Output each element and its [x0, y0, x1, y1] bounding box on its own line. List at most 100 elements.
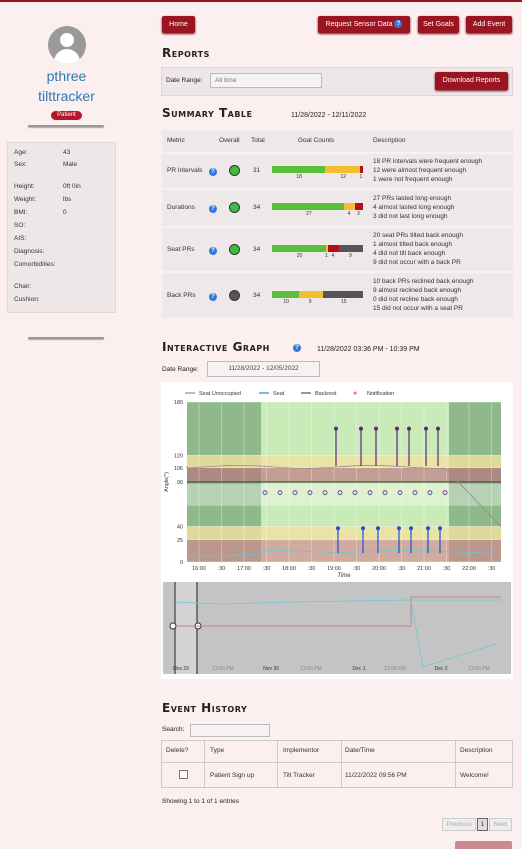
description-line: 27 PRs lasted long enough [373, 194, 452, 202]
x-tick-label: 20:00 [372, 566, 386, 572]
summary-title: Summary Table [162, 106, 253, 120]
patient-sidebar: pthree tilttracker Patient Age: 43 Sex: … [0, 0, 133, 849]
goal-count-label: 15 [340, 298, 347, 305]
help-icon[interactable]: ? [209, 246, 217, 255]
delete-checkbox[interactable] [179, 770, 188, 779]
reports-date-range-label: Date Range: [166, 77, 203, 84]
summary-row: Back PRs? 34 10 9 15 10 back PRs reclined bac… [162, 273, 513, 318]
help-icon[interactable]: ? [209, 292, 217, 301]
goal-count-label: 9 [308, 298, 312, 305]
metric-name: Durations [167, 204, 195, 211]
seat-pr-point [376, 526, 380, 531]
legend-entry: Seat [273, 391, 285, 397]
goal-counts-bar [272, 290, 363, 298]
navigator-date-label: Dec 1 [352, 666, 365, 672]
partial-button[interactable] [455, 841, 512, 849]
goal-count-segment [322, 290, 363, 298]
goal-count-label: 20 [296, 252, 303, 259]
events-showing-text: Showing 1 to 1 of 1 entries [162, 798, 239, 805]
summary-date-range: 11/28/2022 - 12/11/2022 [291, 112, 367, 119]
home-button[interactable]: Home [162, 16, 195, 33]
navigator-date-label: 12:00 PM [212, 666, 233, 672]
col-goal-counts: Goal Counts [298, 137, 335, 144]
help-icon[interactable]: ? [394, 20, 403, 29]
goal-count-segment [272, 290, 299, 298]
summary-row: Durations? 34 27 4 3 27 PRs lasted long enoug… [162, 190, 513, 226]
description-line: 3 did not last long enough [373, 212, 448, 220]
info-label-age: Age: [14, 149, 28, 156]
y-axis-label: Angle(°) [164, 472, 170, 492]
interactive-graph[interactable]: Seat Unoccupied Seat Backrest ● Notification… [161, 382, 513, 679]
patient-first-name: pthree [46, 68, 87, 84]
description-line: 1 were not frequent enough [373, 175, 453, 183]
info-label-cushion: Cushion: [14, 296, 40, 303]
backrest-pr-point [359, 426, 363, 431]
x-tick-label: 18:00 [282, 566, 296, 572]
next-page-button[interactable]: Next [489, 818, 512, 831]
navigator-date-label: Nov 29 [173, 666, 189, 672]
info-label-so: SO: [14, 222, 26, 229]
reports-date-range-input[interactable] [210, 73, 322, 88]
download-reports-button[interactable]: Download Reports [435, 72, 508, 90]
goal-count-segment [360, 166, 363, 173]
help-icon[interactable]: ? [209, 168, 217, 176]
patient-info-box: Age: 43 Sex: Male Height: 0ft 0in Weight… [7, 142, 116, 313]
x-tick-label: :30 [263, 566, 271, 572]
y-tick-label: 120 [174, 453, 183, 459]
x-tick-label: :30 [353, 566, 361, 572]
x-tick-label: 19:00 [327, 566, 341, 572]
graph-date-range: 11/28/2022 03:36 PM - 10:39 PM [317, 346, 420, 353]
events-search-input[interactable] [190, 724, 270, 737]
overall-status-dot [229, 243, 240, 255]
info-value-sex: Male [63, 161, 78, 168]
navigator-date-label: 12:00 PM [300, 666, 321, 672]
help-icon[interactable]: ? [209, 205, 217, 213]
events-search-label: Search: [162, 726, 185, 733]
col-total: Total [251, 137, 265, 144]
event-datetime: 11/22/2022 09:56 PM [345, 772, 407, 779]
summary-row: Seat PRs? 34 20 1 4 9 20 seat PRs tilted back … [162, 228, 513, 271]
set-goals-button[interactable]: Set Goals [418, 16, 459, 33]
previous-page-button[interactable]: Previous [442, 818, 476, 831]
y-tick-label: 25 [177, 538, 183, 544]
event-implementor: Tilt Tracker [283, 772, 315, 779]
goal-counts-bar [272, 244, 363, 252]
goal-count-segment [272, 203, 345, 210]
x-tick-label: :30 [218, 566, 226, 572]
notification-legend-icon: ● [353, 390, 357, 397]
goal-count-segment [338, 244, 363, 252]
summary-row: PR Intervals? 31 18 12 1 18 PR intervals were… [162, 154, 513, 188]
seat-pr-point [361, 526, 365, 531]
events-table: Delete? Type Implementor Date/Time Descr… [161, 740, 513, 790]
goal-count-label: 4 [331, 252, 335, 259]
metric-name: Back PRs [167, 291, 196, 299]
role-badge: Patient [51, 111, 82, 120]
request-sensor-data-button[interactable]: Request Sensor Data ? [318, 16, 410, 33]
navigator-background [163, 582, 511, 674]
goal-count-label: 3 [356, 211, 360, 217]
x-tick-label: 16:00 [192, 566, 206, 572]
legend-entry: Notification [367, 391, 394, 397]
info-label-bmi: BMI: [14, 209, 28, 216]
description-line: 9 almost reclined back enough [373, 286, 462, 294]
graph-date-range-input[interactable]: 11/28/2022 - 12/05/2022 [207, 361, 320, 377]
overall-status-dot [229, 289, 240, 301]
goal-count-label: 1 [324, 252, 328, 259]
description-line: 10 back PRs reclined back enough [373, 277, 474, 285]
divider [28, 125, 104, 127]
info-label-chair: Chair: [14, 283, 32, 290]
add-event-button[interactable]: Add Event [466, 16, 512, 33]
graph-svg[interactable]: Seat Unoccupied Seat Backrest ● Notification… [161, 382, 513, 679]
events-title: Event History [162, 701, 248, 715]
avatar [48, 26, 86, 64]
navigator-date-label: 12:00 PM [468, 666, 489, 672]
help-icon[interactable]: ? [293, 344, 301, 352]
info-value-height: 0ft 0in [63, 183, 81, 190]
navigator-date-label: Dec 2 [434, 666, 447, 672]
y-tick-label: 180 [174, 400, 183, 406]
overall-status-dot [229, 202, 240, 213]
metric-name: PR Intervals [167, 167, 203, 174]
y-tick-label: 106 [174, 466, 183, 472]
seat-pr-point [438, 526, 442, 531]
page-1-button[interactable]: 1 [477, 818, 488, 831]
